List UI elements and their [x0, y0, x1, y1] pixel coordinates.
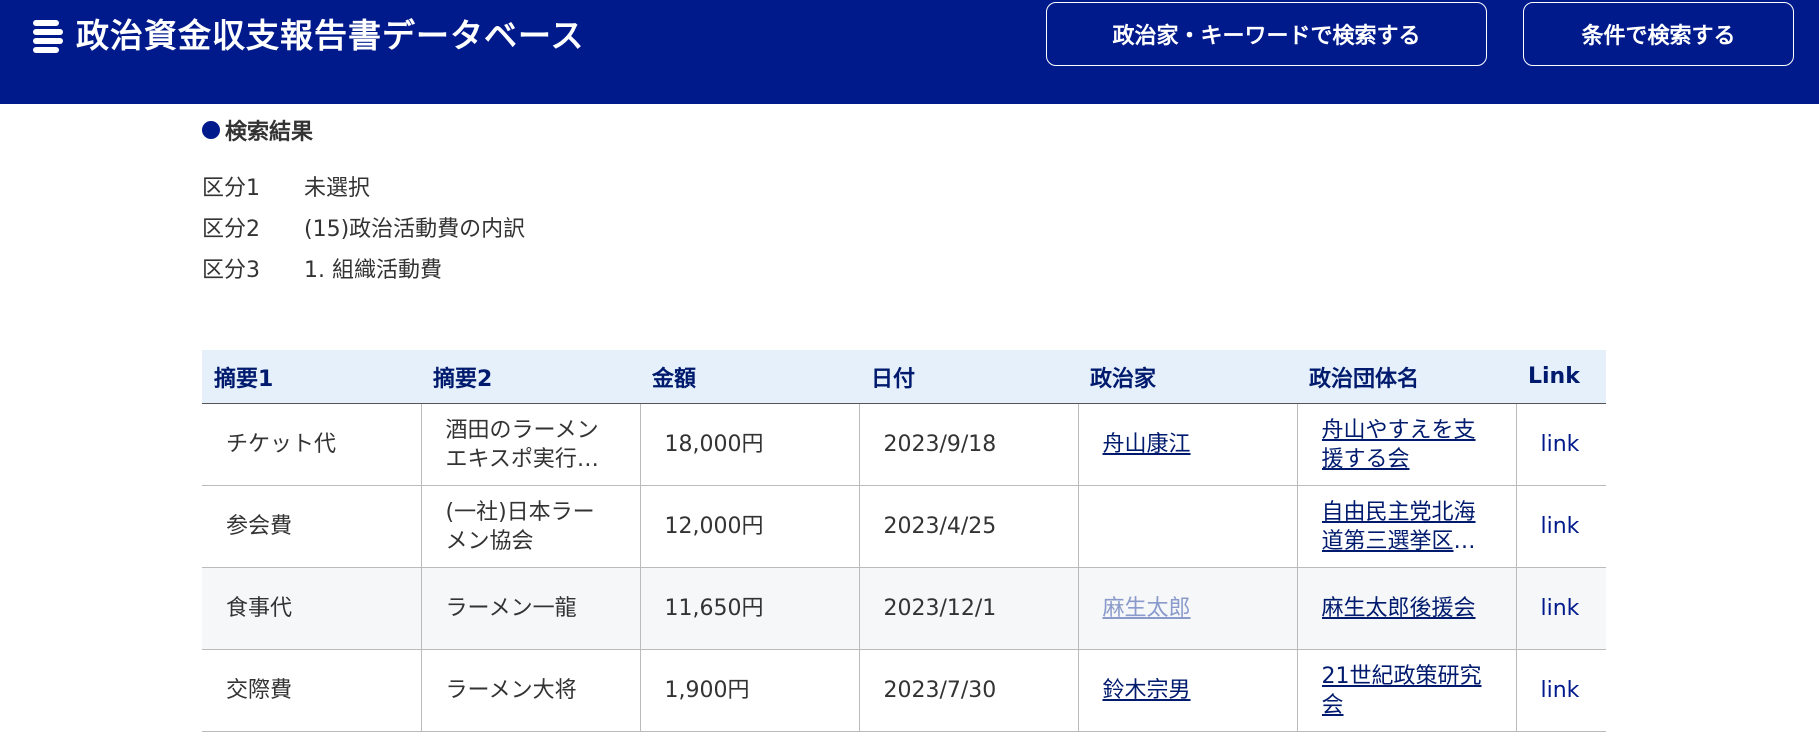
filter-label: 区分1 — [202, 176, 260, 201]
cell-summary2: ラーメン大将 — [421, 649, 641, 732]
column-header-organization[interactable]: 政治団体名 — [1297, 350, 1516, 404]
cell-politician: 鈴木宗男 — [1078, 649, 1298, 732]
cell-summary2: 酒田のラーメンエキスポ実行委員会 — [421, 403, 641, 486]
filter-value: 未選択 — [304, 176, 371, 201]
cell-politician: 舟山康江 — [1078, 403, 1298, 486]
results-heading-text: 検索結果 — [225, 120, 314, 145]
filter-label: 区分2 — [202, 217, 260, 242]
cell-summary1: 食事代 — [202, 567, 422, 650]
cell-summary1: チケット代 — [202, 403, 422, 486]
cell-amount: 11,650円 — [640, 567, 860, 650]
organization-link[interactable]: 舟山やすえを支援する会 — [1322, 416, 1492, 474]
column-header-politician[interactable]: 政治家 — [1078, 350, 1297, 404]
source-link[interactable]: link — [1541, 514, 1580, 539]
filter-label: 区分3 — [202, 258, 260, 283]
cell-politician — [1078, 485, 1298, 568]
cell-summary1: 参会費 — [202, 485, 422, 568]
cell-politician: 麻生太郎 — [1078, 567, 1298, 650]
cell-link: link — [1516, 649, 1606, 732]
results-table: 摘要1 摘要2 金額 日付 政治家 政治団体名 Link チケット代 酒田のラー… — [202, 350, 1606, 732]
cell-date: 2023/7/30 — [859, 649, 1079, 732]
table-row: 交際費 ラーメン大将 1,900円 2023/7/30 鈴木宗男 21世紀政策研… — [202, 649, 1606, 732]
cell-organization: 麻生太郎後援会 — [1297, 567, 1517, 650]
filter-value: (15)政治活動費の内訳 — [304, 217, 526, 242]
cell-organization: 舟山やすえを支援する会 — [1297, 403, 1517, 486]
condition-search-button[interactable]: 条件で検索する — [1523, 2, 1794, 66]
site-title[interactable]: 政治資金収支報告書データベース — [76, 12, 584, 60]
cell-link: link — [1516, 567, 1606, 650]
database-logo-icon[interactable] — [33, 20, 63, 53]
bullet-icon — [202, 121, 220, 139]
table-row: チケット代 酒田のラーメンエキスポ実行委員会 18,000円 2023/9/18… — [202, 403, 1606, 486]
cell-date: 2023/12/1 — [859, 567, 1079, 650]
organization-link[interactable]: 自由民主党北海道第三選挙区支部 — [1322, 498, 1492, 556]
column-header-link[interactable]: Link — [1516, 350, 1606, 404]
source-link[interactable]: link — [1541, 432, 1580, 457]
organization-link[interactable]: 麻生太郎後援会 — [1322, 594, 1492, 623]
source-link[interactable]: link — [1541, 678, 1580, 703]
cell-amount: 12,000円 — [640, 485, 860, 568]
cell-date: 2023/4/25 — [859, 485, 1079, 568]
cell-summary2-text: (一社)日本ラーメン協会 — [445, 499, 595, 554]
cell-organization: 21世紀政策研究会 — [1297, 649, 1517, 732]
politician-link[interactable]: 鈴木宗男 — [1103, 678, 1191, 703]
table-row: 参会費 (一社)日本ラーメン協会 12,000円 2023/4/25 自由民主党… — [202, 485, 1606, 568]
column-header-summary1[interactable]: 摘要1 — [202, 350, 421, 404]
politician-link[interactable]: 麻生太郎 — [1103, 596, 1191, 621]
table-header-row: 摘要1 摘要2 金額 日付 政治家 政治団体名 Link — [202, 350, 1606, 404]
table-row: 食事代 ラーメン一龍 11,650円 2023/12/1 麻生太郎 麻生太郎後援… — [202, 567, 1606, 650]
cell-summary1: 交際費 — [202, 649, 422, 732]
column-header-summary2[interactable]: 摘要2 — [421, 350, 640, 404]
column-header-date[interactable]: 日付 — [859, 350, 1078, 404]
filter-category-1: 区分1 未選択 — [202, 174, 370, 204]
organization-link[interactable]: 21世紀政策研究会 — [1322, 662, 1492, 720]
results-heading: 検索結果 — [202, 112, 313, 148]
cell-link: link — [1516, 485, 1606, 568]
filter-category-3: 区分3 1. 組織活動費 — [202, 256, 442, 286]
cell-organization: 自由民主党北海道第三選挙区支部 — [1297, 485, 1517, 568]
source-link[interactable]: link — [1541, 596, 1580, 621]
cell-summary2: (一社)日本ラーメン協会 — [421, 485, 641, 568]
keyword-search-button[interactable]: 政治家・キーワードで検索する — [1046, 2, 1487, 66]
cell-summary2-text: ラーメン一龍 — [445, 596, 577, 621]
cell-link: link — [1516, 403, 1606, 486]
filter-value: 1. 組織活動費 — [304, 258, 442, 283]
cell-summary2-text: 酒田のラーメンエキスポ実行委員会 — [445, 417, 599, 472]
cell-summary2-text: ラーメン大将 — [445, 678, 577, 703]
cell-amount: 18,000円 — [640, 403, 860, 486]
cell-summary2: ラーメン一龍 — [421, 567, 641, 650]
cell-amount: 1,900円 — [640, 649, 860, 732]
politician-link[interactable]: 舟山康江 — [1103, 432, 1191, 457]
cell-date: 2023/9/18 — [859, 403, 1079, 486]
column-header-amount[interactable]: 金額 — [640, 350, 859, 404]
filter-category-2: 区分2 (15)政治活動費の内訳 — [202, 215, 525, 245]
site-header: 政治資金収支報告書データベース 政治家・キーワードで検索する 条件で検索する — [0, 0, 1819, 104]
